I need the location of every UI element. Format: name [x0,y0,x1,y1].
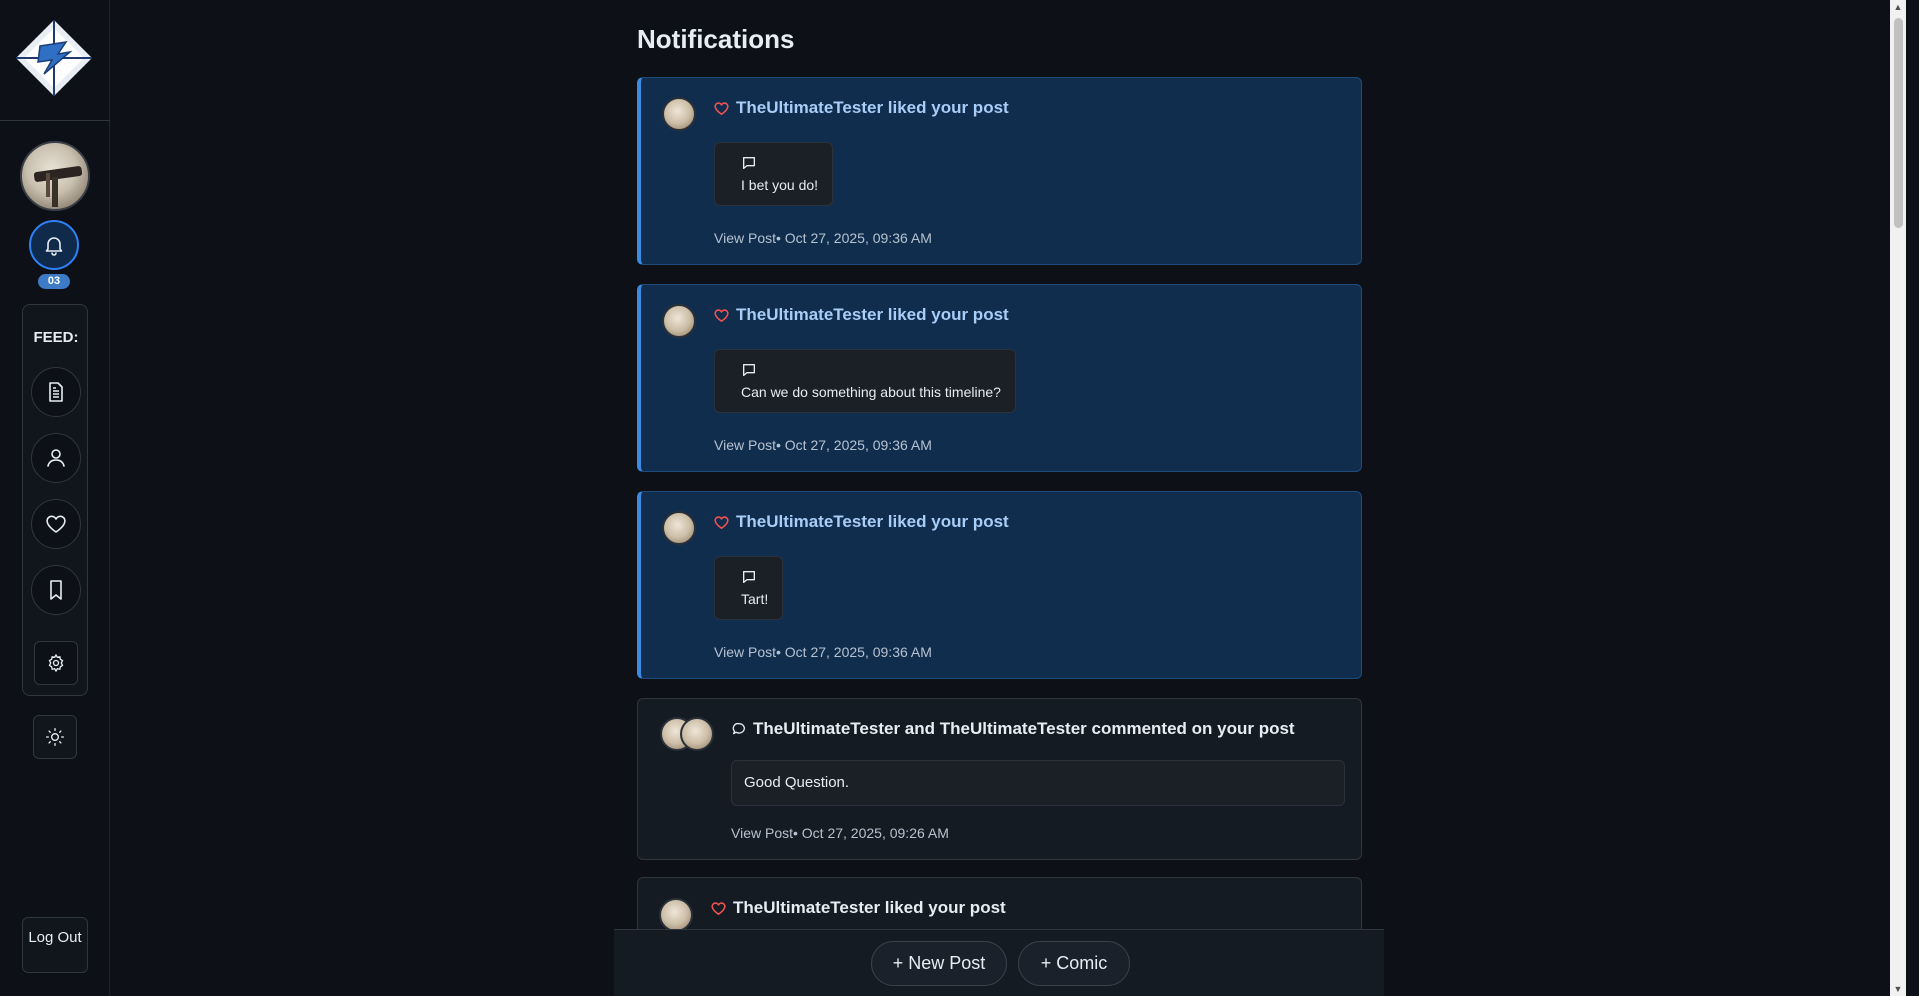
notification-card[interactable]: TheUltimateTester and TheUltimateTester … [637,698,1362,860]
comment-bubble-icon [732,722,745,735]
new-post-button[interactable]: + New Post [871,941,1007,986]
document-icon [49,382,63,402]
timestamp: • Oct 27, 2025, 09:36 AM [776,644,932,660]
feed-label: FEED: [33,329,79,346]
user-icon [47,449,65,467]
notification-action: liked your post [883,305,1009,324]
heart-icon [714,515,729,529]
comment-excerpt[interactable]: Good Question. [731,760,1345,806]
actor-name[interactable]: TheUltimateTester [736,98,883,117]
profile-avatar[interactable] [20,141,90,211]
sun-icon [46,728,64,746]
notifications-button[interactable] [29,220,79,270]
notification-header: TheUltimateTester liked your post [713,305,1009,325]
app-logo[interactable] [14,18,94,98]
view-post-link[interactable]: View Post [714,644,776,660]
settings-button[interactable] [34,641,78,685]
notification-header: TheUltimateTester liked your post [713,512,1009,532]
notification-title[interactable]: TheUltimateTester and TheUltimateTester … [753,719,1295,739]
post-excerpt[interactable]: Can we do something about this timeline? [714,349,1016,413]
notification-header: TheUltimateTester liked your post [710,898,1006,918]
heart-icon [714,101,729,115]
view-post-link[interactable]: View Post [714,230,776,246]
feed-posts-button[interactable] [31,367,81,417]
heart-icon [714,308,729,322]
comment-icon [743,157,755,169]
view-post-link[interactable]: View Post [714,437,776,453]
timestamp: • Oct 27, 2025, 09:36 AM [776,230,932,246]
theme-toggle-button[interactable] [33,715,77,759]
window-edge [1906,0,1919,996]
notification-card[interactable]: TheUltimateTester liked your post Tart! … [637,491,1362,679]
actor-name[interactable]: TheUltimateTester [736,305,883,324]
sidebar-divider [0,120,110,121]
excerpt-text: Can we do something about this timeline? [741,384,1001,400]
post-excerpt[interactable]: I bet you do! [714,142,834,206]
bottom-action-bar: + New Post + Comic [614,929,1384,996]
avatar[interactable] [659,898,693,932]
feed-liked-button[interactable] [31,499,81,549]
bell-icon [45,237,63,256]
scroll-thumb[interactable] [1894,18,1903,228]
page-title: Notifications [637,24,795,54]
actor-name[interactable]: TheUltimateTester [733,898,880,917]
notification-count-badge: 03 [38,274,70,289]
feed-bookmarks-button[interactable] [31,565,81,615]
notification-card[interactable]: TheUltimateTester liked your post Can we… [637,284,1362,472]
feed-panel: FEED: [22,304,88,696]
scrollbar[interactable]: ▲ ▼ [1890,0,1906,996]
notification-action: liked your post [883,98,1009,117]
scroll-up-arrow-icon[interactable]: ▲ [1893,2,1903,12]
notification-header: TheUltimateTester liked your post [713,98,1009,118]
notification-meta: View Post• Oct 27, 2025, 09:36 AM [714,644,932,660]
new-comic-button[interactable]: + Comic [1018,941,1130,986]
notification-meta: View Post• Oct 27, 2025, 09:36 AM [714,437,932,453]
notification-meta: View Post• Oct 27, 2025, 09:36 AM [714,230,932,246]
comment-icon [743,364,755,376]
avatar[interactable] [680,717,714,751]
excerpt-text: Tart! [741,591,769,607]
timestamp: • Oct 27, 2025, 09:36 AM [776,437,932,453]
timestamp: • Oct 27, 2025, 09:26 AM [793,825,949,841]
notification-card[interactable]: TheUltimateTester liked your post I bet … [637,77,1362,265]
view-post-link[interactable]: View Post [731,825,793,841]
post-excerpt[interactable]: Tart! [714,556,784,620]
avatar[interactable] [662,97,696,131]
sidebar: 03 FEED: Log Out [0,0,110,996]
avatar[interactable] [662,304,696,338]
notification-action: liked your post [880,898,1006,917]
heart-icon [46,515,66,533]
avatar[interactable] [662,511,696,545]
logout-button[interactable]: Log Out [22,917,88,973]
notification-meta: View Post• Oct 27, 2025, 09:26 AM [731,825,949,841]
comment-icon [743,571,755,583]
actor-name[interactable]: TheUltimateTester [736,512,883,531]
notification-header: TheUltimateTester and TheUltimateTester … [731,719,1295,739]
notification-action: liked your post [883,512,1009,531]
scroll-down-arrow-icon[interactable]: ▼ [1893,984,1903,994]
gear-icon [48,653,64,673]
bookmark-icon [50,580,62,600]
heart-icon [711,901,726,915]
feed-following-button[interactable] [31,433,81,483]
excerpt-text: I bet you do! [741,177,819,193]
